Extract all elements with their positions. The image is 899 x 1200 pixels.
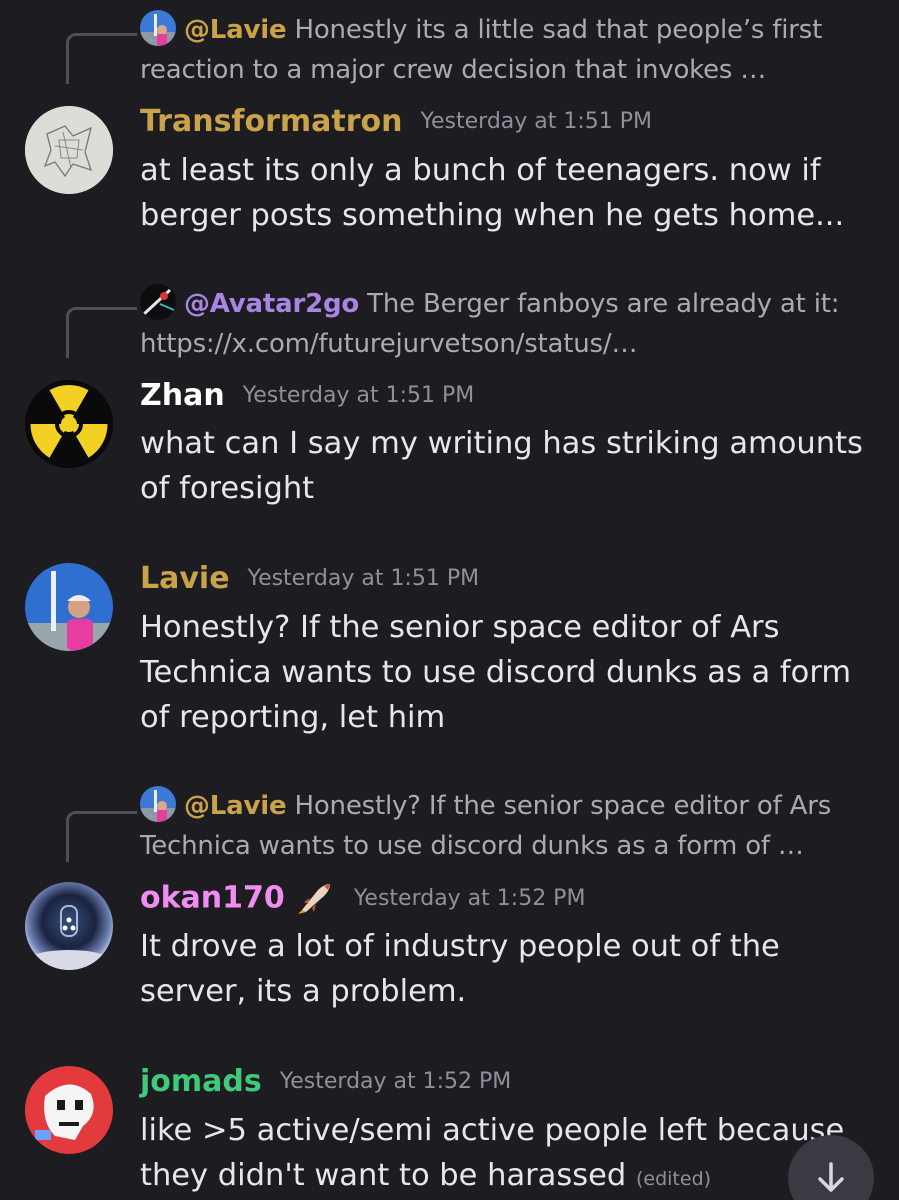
avatar-okan170[interactable] — [25, 882, 113, 970]
message-content: like >5 active/semi active people left b… — [140, 1108, 863, 1200]
username[interactable]: jomads — [140, 1064, 262, 1099]
message-header: okan170 Yesterday at 1:52 PM — [140, 880, 585, 916]
reply-mention[interactable]: @Avatar2go — [184, 289, 359, 319]
username[interactable]: Lavie — [140, 561, 230, 596]
message-header: jomads Yesterday at 1:52 PM — [140, 1064, 511, 1099]
avatar2go-mini-avatar — [140, 284, 176, 320]
message-content: It drove a lot of industry people out of… — [140, 929, 780, 1009]
arrow-down-icon — [818, 1162, 844, 1192]
reply-mention[interactable]: @Lavie — [184, 791, 287, 821]
message-header: Transformatron Yesterday at 1:51 PM — [140, 104, 652, 139]
reply-preview[interactable]: @Lavie Honestly? If the senior space edi… — [140, 786, 859, 866]
avatar-jomads[interactable] — [25, 1066, 113, 1154]
reply-preview[interactable]: @Avatar2go The Berger fanboys are alread… — [140, 284, 859, 364]
avatar-transformatron[interactable] — [25, 106, 113, 194]
username[interactable]: Zhan — [140, 378, 225, 413]
lavie-mini-avatar — [140, 10, 176, 46]
reply-mention[interactable]: @Lavie — [184, 15, 287, 45]
avatar-lavie[interactable] — [25, 563, 113, 651]
reply-connector — [66, 307, 137, 358]
reply-preview[interactable]: @Lavie Honestly its a little sad that pe… — [140, 10, 859, 90]
timestamp: Yesterday at 1:52 PM — [353, 885, 586, 911]
message-content: Honestly? If the senior space editor of … — [140, 610, 852, 735]
reply-connector — [66, 811, 137, 862]
timestamp: Yesterday at 1:51 PM — [420, 109, 653, 134]
timestamp: Yesterday at 1:51 PM — [247, 566, 480, 591]
message-content: what can I say my writing has striking a… — [140, 426, 863, 506]
message-content: at least its only a bunch of teenagers. … — [140, 153, 845, 233]
lavie-mini-avatar — [140, 786, 176, 822]
message-header: Zhan Yesterday at 1:51 PM — [140, 378, 474, 413]
username[interactable]: okan170 — [140, 881, 285, 916]
edited-label: (edited) — [635, 1168, 712, 1190]
avatar-zhan[interactable] — [25, 380, 113, 468]
timestamp: Yesterday at 1:52 PM — [279, 1069, 512, 1094]
reply-connector — [66, 33, 137, 84]
message-header: Lavie Yesterday at 1:51 PM — [140, 561, 479, 596]
rocket-icon — [292, 880, 336, 916]
username[interactable]: Transformatron — [140, 104, 403, 139]
timestamp: Yesterday at 1:51 PM — [242, 383, 475, 408]
message-text: like >5 active/semi active people left b… — [140, 1113, 845, 1193]
